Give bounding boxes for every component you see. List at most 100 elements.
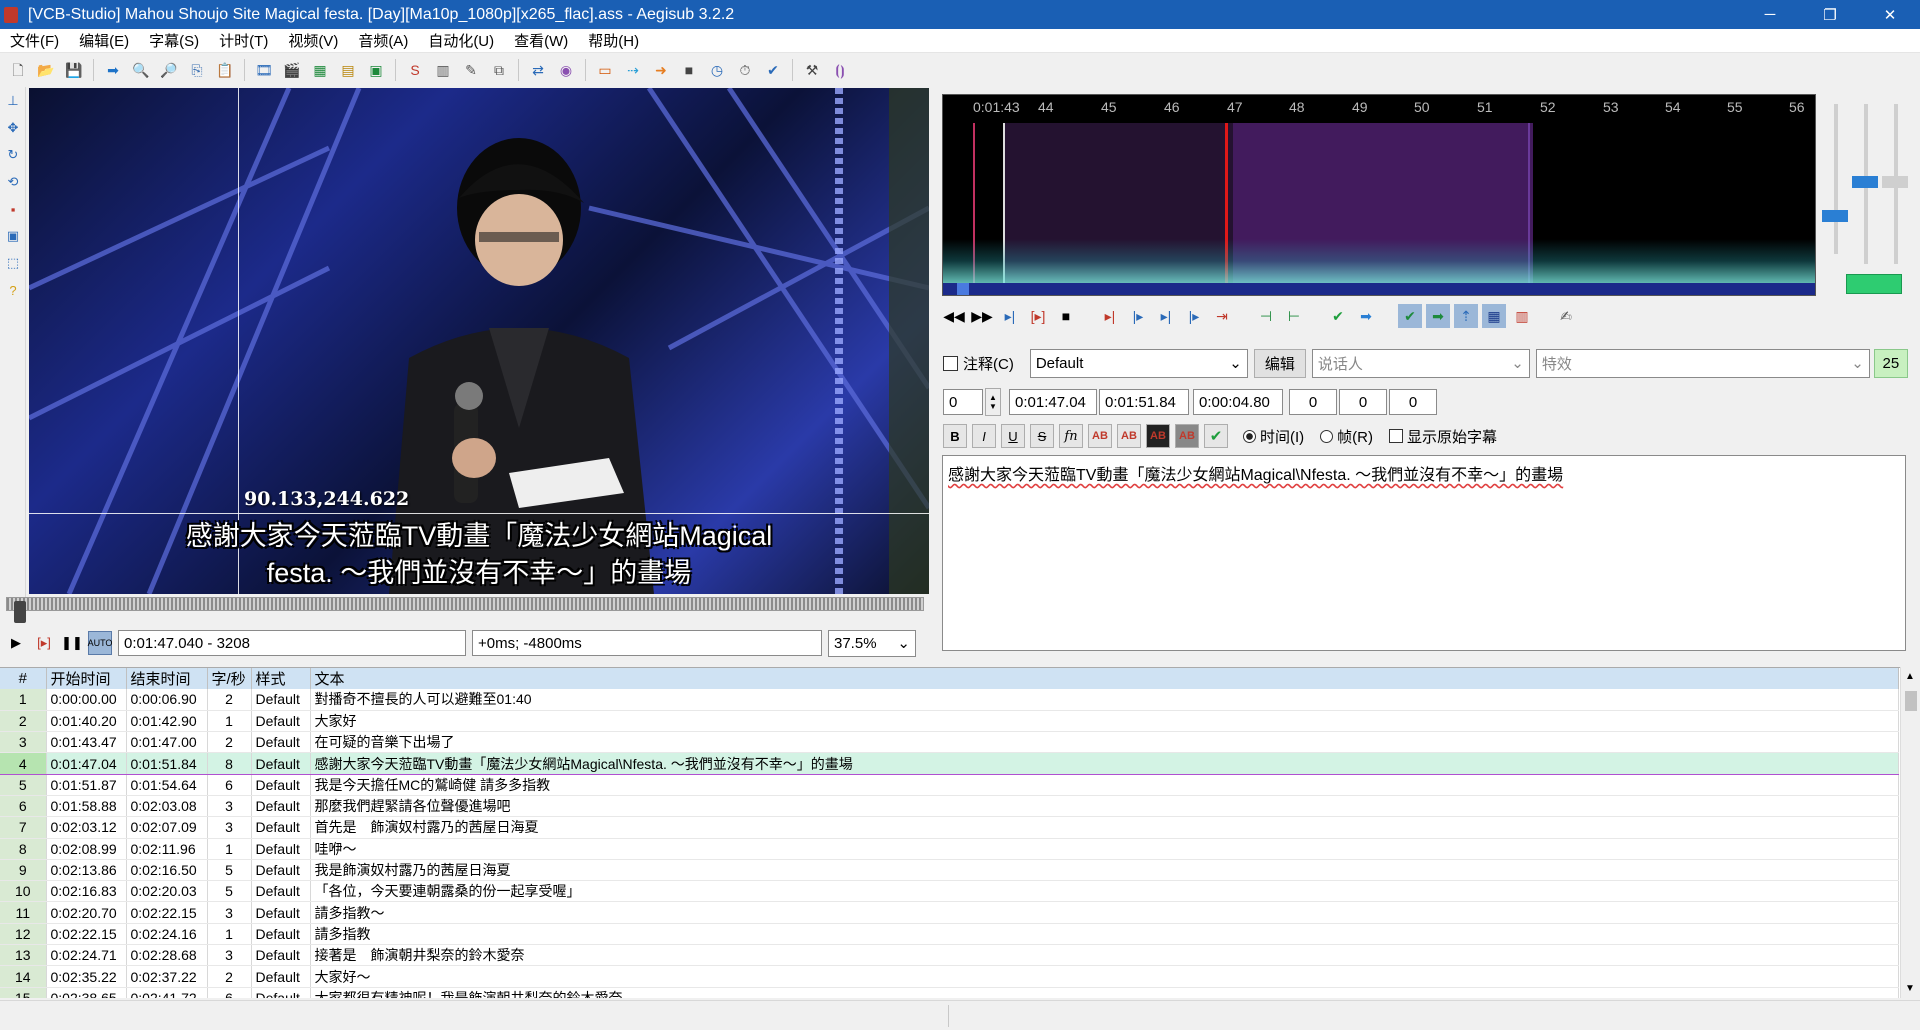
table-row[interactable]: 4 0:01:47.04 0:01:51.84 8 Default 感謝大家今天蒞臨TV動… bbox=[0, 752, 1899, 775]
menu-edit[interactable]: 编辑(E) bbox=[69, 30, 139, 51]
play-icon[interactable]: ▶ bbox=[4, 631, 28, 655]
open-file-icon[interactable]: 📂 bbox=[35, 59, 57, 81]
margin-vertical-field[interactable]: 0 bbox=[1389, 389, 1437, 415]
play-after-end-icon[interactable]: |▸ bbox=[1182, 304, 1206, 328]
col-cps[interactable]: 字/秒 bbox=[207, 668, 252, 689]
scale-tool-icon[interactable]: ▪ bbox=[2, 198, 24, 220]
grid-icon[interactable]: ▦ bbox=[309, 59, 331, 81]
show-original-checkbox[interactable] bbox=[1389, 429, 1403, 443]
table-row[interactable]: 11 0:02:20.70 0:02:22.15 3 Default 請多指教～ bbox=[0, 901, 1899, 924]
frame-radio[interactable] bbox=[1320, 429, 1334, 443]
col-end[interactable]: 结束时间 bbox=[126, 668, 208, 689]
stop-icon[interactable]: ■ bbox=[678, 59, 700, 81]
table-row[interactable]: 12 0:02:22.15 0:02:24.16 1 Default 請多指教 bbox=[0, 923, 1899, 946]
prev-line-icon[interactable]: ◀◀ bbox=[942, 304, 966, 328]
lead-out-icon[interactable]: ⊢ bbox=[1282, 304, 1306, 328]
video-display[interactable]: 90.133,244.622 感謝大家今天蒞臨TV動畫「魔法少女網站Magica… bbox=[29, 88, 929, 594]
scroll-down-icon[interactable]: ▼ bbox=[1905, 983, 1915, 994]
karaoke-split-icon[interactable]: ✍ bbox=[1554, 304, 1578, 328]
jump-icon[interactable]: ➡ bbox=[102, 59, 124, 81]
primary-color-button[interactable]: AB bbox=[1088, 424, 1112, 448]
duration-field[interactable]: 0:00:04.80 bbox=[1193, 389, 1283, 415]
play-line-icon[interactable]: [▸] bbox=[32, 631, 56, 655]
table-row[interactable]: 9 0:02:13.86 0:02:16.50 5 Default 我是飾演奴村露乃的茜屋… bbox=[0, 859, 1899, 882]
video-open-icon[interactable]: 🎞 bbox=[253, 59, 275, 81]
kanji-timer-icon[interactable]: ◷ bbox=[706, 59, 728, 81]
resample-icon[interactable]: ◉ bbox=[555, 59, 577, 81]
vector-clip-icon[interactable]: ⬚ bbox=[2, 252, 24, 274]
effect-field[interactable]: 特效 ⌄ bbox=[1535, 348, 1870, 378]
grid-scrollbar[interactable]: ▲ ▼ bbox=[1900, 667, 1920, 998]
spectrum-mode-icon[interactable]: ▦ bbox=[1482, 304, 1506, 328]
table-row[interactable]: 3 0:01:43.47 0:01:47.00 2 Default 在可疑的音樂下出場了 bbox=[0, 731, 1899, 754]
italic-button[interactable]: I bbox=[972, 424, 996, 448]
video-close-icon[interactable]: 🎬 bbox=[281, 59, 303, 81]
menu-view[interactable]: 查看(W) bbox=[504, 30, 578, 51]
subtitle-grid[interactable]: # 开始时间 结束时间 字/秒 样式 文本 1 0:00:00.00 0:00:06… bbox=[0, 667, 1900, 998]
seek-thumb[interactable] bbox=[14, 601, 26, 623]
drag-tool-icon[interactable]: ✥ bbox=[2, 117, 24, 139]
attachments-icon[interactable]: ▣ bbox=[365, 59, 387, 81]
auto-commit-icon[interactable]: ✔ bbox=[1398, 304, 1422, 328]
table-row[interactable]: 2 0:01:40.20 0:01:42.90 1 Default 大家好 bbox=[0, 710, 1899, 733]
grid-scroll-thumb[interactable] bbox=[1905, 691, 1917, 711]
stop-audio-icon[interactable]: ■ bbox=[1054, 304, 1078, 328]
menu-timing[interactable]: 计时(T) bbox=[209, 30, 278, 51]
table-row[interactable]: 6 0:01:58.88 0:02:03.08 3 Default 那麼我們趕緊請各位聲優… bbox=[0, 795, 1899, 818]
menu-audio[interactable]: 音频(A) bbox=[348, 30, 418, 51]
play-selection-icon[interactable]: ▸| bbox=[998, 304, 1022, 328]
play-after-start-icon[interactable]: |▸ bbox=[1126, 304, 1150, 328]
post-processor-icon[interactable]: ➜ bbox=[650, 59, 672, 81]
play-to-end-icon[interactable]: ⇥ bbox=[1210, 304, 1234, 328]
tag-icon[interactable]: ✎ bbox=[460, 59, 482, 81]
shadow-color-button[interactable]: AB bbox=[1175, 424, 1199, 448]
link-sliders-icon[interactable] bbox=[1846, 274, 1902, 294]
style-manager-icon[interactable]: S bbox=[404, 59, 426, 81]
menu-automation[interactable]: 自动化(U) bbox=[418, 30, 504, 51]
spellcheck-icon[interactable]: ✔ bbox=[762, 59, 784, 81]
audio-waveform[interactable]: 0:01:43 44 45 46 47 48 49 50 51 52 53 54… bbox=[942, 94, 1816, 296]
go-to-icon[interactable]: ➡ bbox=[1354, 304, 1378, 328]
audio-volume-slider[interactable] bbox=[1852, 176, 1878, 188]
audio-vzoom-slider[interactable] bbox=[1882, 176, 1908, 188]
table-row[interactable]: 15 0:02:38.65 0:02:41.72 6 Default 大家都很有精神呢！我… bbox=[0, 987, 1899, 998]
font-button[interactable]: fn bbox=[1059, 424, 1083, 448]
audio-zoom-slider[interactable] bbox=[1822, 210, 1848, 222]
commit-check-icon[interactable]: ✔ bbox=[1204, 424, 1228, 448]
style-edit-button[interactable]: 编辑 bbox=[1253, 348, 1306, 378]
menu-help[interactable]: 帮助(H) bbox=[578, 30, 649, 51]
table-row[interactable]: 1 0:00:00.00 0:00:06.90 2 Default 對播奇不擅長的人可以避… bbox=[0, 689, 1899, 711]
video-position-field[interactable]: 0:01:47.040 - 3208 bbox=[118, 630, 466, 656]
actor-select[interactable]: 说话人 ⌄ bbox=[1311, 348, 1530, 378]
table-row[interactable]: 14 0:02:35.22 0:02:37.22 2 Default 大家好～ bbox=[0, 965, 1899, 988]
select-lines-icon[interactable]: ▭ bbox=[594, 59, 616, 81]
menu-subtitle[interactable]: 字幕(S) bbox=[139, 30, 209, 51]
properties-icon[interactable]: ▤ bbox=[337, 59, 359, 81]
play-before-icon[interactable]: ▸| bbox=[1098, 304, 1122, 328]
minimize-button[interactable]: ─ bbox=[1740, 0, 1800, 29]
strikeout-button[interactable]: S bbox=[1030, 424, 1054, 448]
layer-field[interactable]: 0 bbox=[943, 389, 983, 415]
scroll-up-icon[interactable]: ▲ bbox=[1905, 671, 1915, 682]
timing-icon[interactable]: ⏱ bbox=[734, 59, 756, 81]
time-radio[interactable] bbox=[1243, 429, 1256, 443]
save-icon[interactable]: 💾 bbox=[63, 59, 85, 81]
lead-in-icon[interactable]: ⊣ bbox=[1254, 304, 1278, 328]
subtitle-text-editor[interactable]: 感謝大家今天蒞臨TV動畫「魔法少女網站Magical\Nfesta. ～我們並沒… bbox=[942, 455, 1906, 651]
play-before-end-icon[interactable]: ▸| bbox=[1154, 304, 1178, 328]
standard-tool-icon[interactable]: ⊥ bbox=[2, 90, 24, 112]
styles-icon[interactable]: ▥ bbox=[432, 59, 454, 81]
outline-color-button[interactable]: AB bbox=[1146, 424, 1170, 448]
help-icon[interactable]: ? bbox=[2, 279, 24, 301]
rotate-z-icon[interactable]: ↻ bbox=[2, 144, 24, 166]
table-row[interactable]: 10 0:02:16.83 0:02:20.03 5 Default 「各位，今天要連朝露… bbox=[0, 880, 1899, 903]
audio-horizontal-scroll[interactable] bbox=[943, 283, 1815, 295]
secondary-color-button[interactable]: AB bbox=[1117, 424, 1141, 448]
karaoke-mode-icon[interactable]: ▥ bbox=[1510, 304, 1534, 328]
paste-icon[interactable]: 📋 bbox=[214, 59, 236, 81]
end-time-field[interactable]: 0:01:51.84 bbox=[1099, 389, 1189, 415]
margin-right-field[interactable]: 0 bbox=[1339, 389, 1387, 415]
copy-icon[interactable]: ⎘ bbox=[186, 59, 208, 81]
bold-button[interactable]: B bbox=[943, 424, 967, 448]
translation-icon[interactable]: ⇄ bbox=[527, 59, 549, 81]
